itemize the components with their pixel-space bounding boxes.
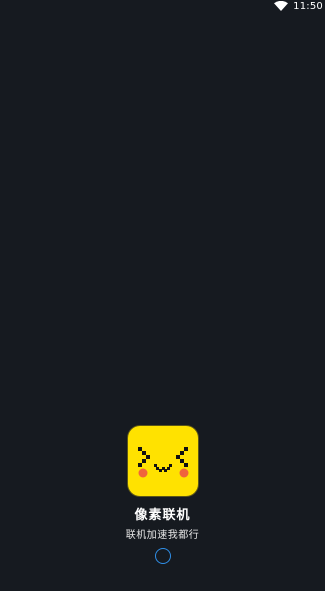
splash-screen: 像素联机 联机加速我都行 — [0, 426, 325, 564]
status-bar: 11:50 — [0, 0, 325, 12]
status-time: 11:50 — [293, 0, 323, 12]
app-name: 像素联机 — [134, 508, 191, 523]
wifi-icon — [274, 0, 289, 11]
app-logo-icon — [127, 426, 198, 496]
spinner-icon — [154, 548, 171, 564]
app-slogan: 联机加速我都行 — [125, 530, 200, 541]
